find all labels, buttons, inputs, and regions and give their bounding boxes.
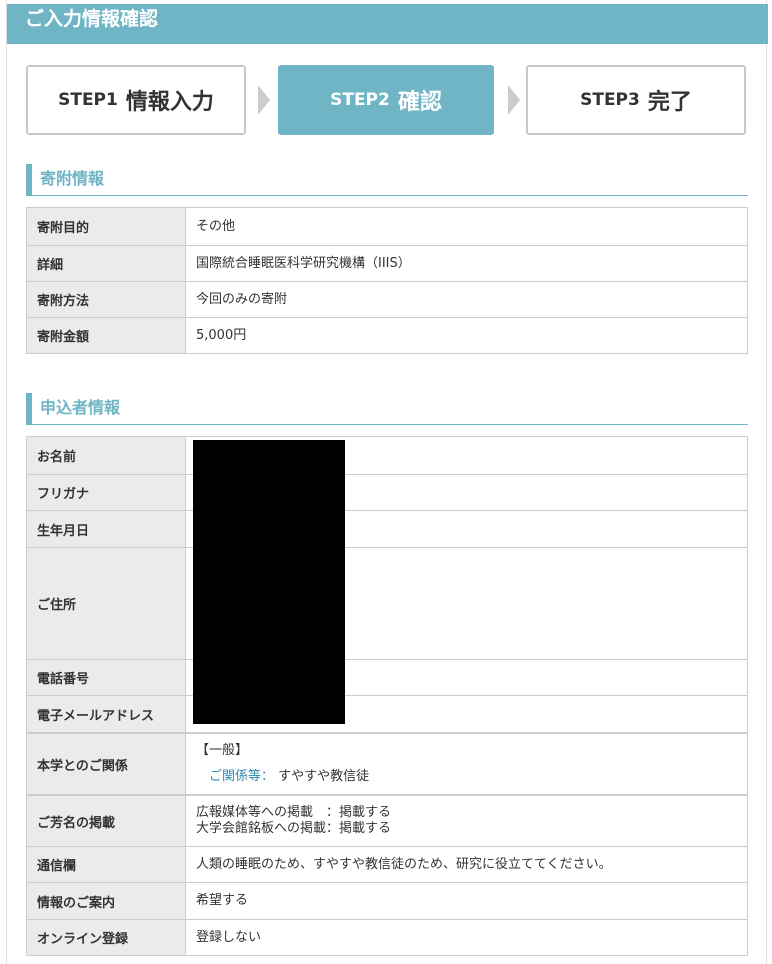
row-value: 登録しない <box>186 920 747 955</box>
step-2-name: 確認 <box>397 90 442 115</box>
step-1-name: 情報入力 <box>125 90 214 115</box>
method-value: 今回のみの寄附 <box>196 291 288 307</box>
row-value: 5,000円 <box>186 318 747 353</box>
row-value: 人類の睡眠のため、すやすや教信徒のため、研究に役立ててください。 <box>186 847 747 882</box>
row-label: 寄附金額 <box>27 318 186 353</box>
step-arrow-icon <box>508 85 520 115</box>
publication-media: 広報媒体等への掲載 ：掲載する <box>196 805 392 820</box>
table-row: 寄附方法 今回のみの寄附 <box>27 281 747 317</box>
table-row: 詳細 国際統合睡眠医科学研究機構（IIIS） <box>27 245 747 281</box>
row-label: お名前 <box>27 437 186 474</box>
step-2: STEP2 確認 <box>278 65 494 135</box>
applicant-table: お名前 フリガナ 生年月日 ご住所 電話番号 電子メールアドレス 本学とのご関係… <box>26 436 748 956</box>
step-3: STEP3 完了 <box>526 65 746 135</box>
online-registration-value: 登録しない <box>196 929 262 945</box>
relation-detail-label: ご関係等： <box>209 769 275 784</box>
table-row: ご住所 <box>27 547 747 659</box>
row-label: 電子メールアドレス <box>27 696 186 732</box>
step-arrow-icon <box>258 85 270 115</box>
step-3-name: 完了 <box>647 90 692 115</box>
relation-detail: ご関係等： すやすや教信徒 <box>196 769 747 785</box>
relation-detail-value: すやすや教信徒 <box>278 769 370 784</box>
row-label: 通信欄 <box>27 847 186 882</box>
row-label: 寄附方法 <box>27 282 186 317</box>
row-label: 情報のご案内 <box>27 883 186 919</box>
table-row: 電話番号 <box>27 659 747 695</box>
applicant-section-title: 申込者情報 <box>26 393 748 425</box>
detail-value: 国際統合睡眠医科学研究機構（IIIS） <box>196 255 411 271</box>
purpose-value: その他 <box>196 218 236 234</box>
amount-value: 5,000円 <box>196 327 247 343</box>
table-row: オンライン登録 登録しない <box>27 919 747 955</box>
info-guide-value: 希望する <box>196 893 249 908</box>
table-row: ご芳名の掲載 広報媒体等への掲載 ：掲載する 大学会館銘板への掲載：掲載する <box>27 794 747 846</box>
row-value: 【一般】 ご関係等： すやすや教信徒 <box>186 734 747 794</box>
page-title: ご入力情報確認 <box>25 8 159 30</box>
step-3-number: STEP3 <box>580 90 640 110</box>
step-indicator: STEP1 情報入力 STEP2 確認 STEP3 完了 <box>26 65 748 135</box>
row-label: 寄附目的 <box>27 208 186 245</box>
row-value: 広報媒体等への掲載 ：掲載する 大学会館銘板への掲載：掲載する <box>186 796 747 846</box>
row-value: 国際統合睡眠医科学研究機構（IIIS） <box>186 246 747 281</box>
table-row: 寄附目的 その他 <box>27 208 747 245</box>
table-row: 寄附金額 5,000円 <box>27 317 747 353</box>
row-label: オンライン登録 <box>27 920 186 955</box>
table-row: お名前 <box>27 437 747 474</box>
message-value: 人類の睡眠のため、すやすや教信徒のため、研究に役立ててください。 <box>196 856 612 872</box>
table-row: 電子メールアドレス <box>27 695 747 732</box>
step-2-number: STEP2 <box>330 90 390 110</box>
table-row: フリガナ <box>27 474 747 510</box>
row-value: 希望する <box>186 883 747 919</box>
row-label: 詳細 <box>27 246 186 281</box>
page-header: ご入力情報確認 <box>7 4 768 44</box>
row-label: ご住所 <box>27 548 186 659</box>
table-row: 通信欄 人類の睡眠のため、すやすや教信徒のため、研究に役立ててください。 <box>27 846 747 882</box>
relation-category: 【一般】 <box>196 743 249 758</box>
row-label: フリガナ <box>27 475 186 510</box>
row-label: 本学とのご関係 <box>27 734 186 794</box>
table-row: 本学とのご関係 【一般】 ご関係等： すやすや教信徒 <box>27 732 747 794</box>
table-row: 情報のご案内 希望する <box>27 882 747 919</box>
step-1-number: STEP1 <box>58 90 118 110</box>
row-value: 今回のみの寄附 <box>186 282 747 317</box>
step-1: STEP1 情報入力 <box>26 65 246 135</box>
row-label: ご芳名の掲載 <box>27 796 186 846</box>
row-label: 生年月日 <box>27 511 186 547</box>
publication-plaque: 大学会館銘板への掲載：掲載する <box>196 821 392 836</box>
redaction-block <box>193 440 345 724</box>
page-container: ご入力情報確認 STEP1 情報入力 STEP2 確認 STEP3 完了 寄附情… <box>6 0 768 964</box>
table-row: 生年月日 <box>27 510 747 547</box>
row-value: その他 <box>186 208 747 245</box>
row-label: 電話番号 <box>27 660 186 695</box>
donation-table: 寄附目的 その他 詳細 国際統合睡眠医科学研究機構（IIIS） 寄附方法 今回の… <box>26 207 748 354</box>
donation-section-title: 寄附情報 <box>26 164 748 196</box>
